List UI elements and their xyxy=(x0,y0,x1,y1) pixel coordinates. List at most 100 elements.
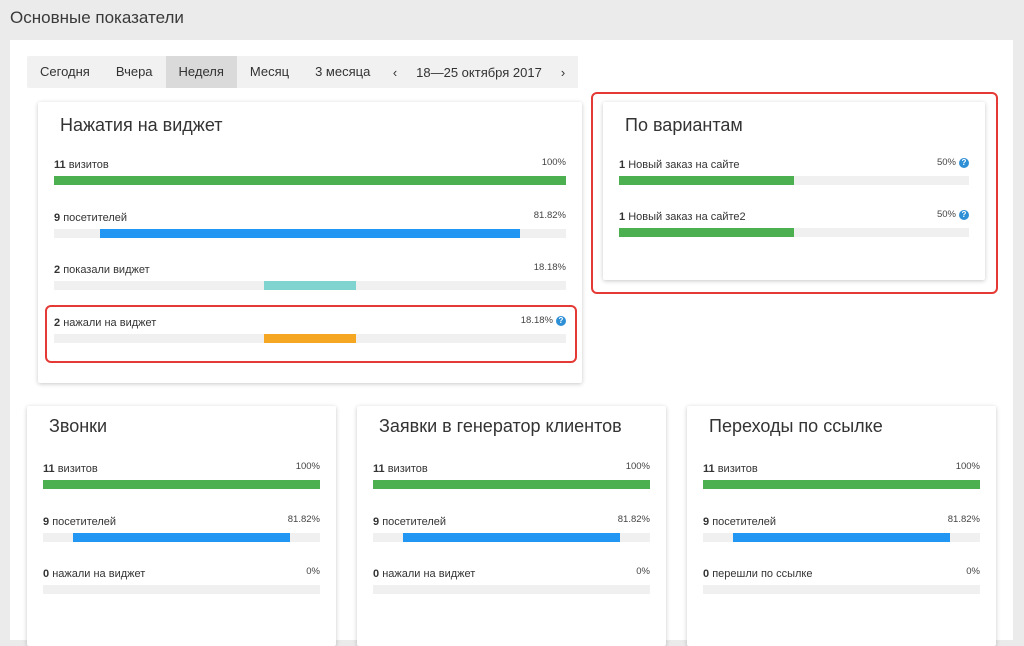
metric-count: 0 xyxy=(703,568,710,580)
metric-label: 9 посетителей xyxy=(703,516,776,528)
metric-count: 0 xyxy=(43,568,50,580)
progress-track xyxy=(54,176,566,185)
metric-label: 11 визитов xyxy=(43,463,98,475)
metric-label-text: визитов xyxy=(57,463,98,475)
date-range-picker: ‹ 18—25 октября 2017 › xyxy=(380,56,578,88)
metric-count: 9 xyxy=(43,516,50,528)
page-title: Основные показатели xyxy=(10,8,184,27)
progress-track xyxy=(43,585,320,594)
metric-widget-shown: 2 показали виджет 18.18% xyxy=(54,262,566,292)
progress-fill xyxy=(43,480,320,489)
metric-label: 0 перешли по ссылке xyxy=(703,568,812,580)
metric-label: 2 показали виджет xyxy=(54,264,150,276)
metric-label-text: посетителей xyxy=(382,516,447,528)
metric-count: 11 xyxy=(54,159,66,171)
card-link-clicks: Переходы по ссылке 11 визитов 100% 9 посе… xyxy=(687,406,996,646)
progress-track xyxy=(373,480,650,489)
metric-label: 9 посетителей xyxy=(54,212,127,224)
metric-percent: 18.18% xyxy=(533,262,566,273)
metric-label: 11 визитов xyxy=(373,463,428,475)
progress-track xyxy=(54,229,566,238)
card-title: Заявки в генератор клиентов xyxy=(379,416,622,436)
chevron-left-icon[interactable]: ‹ xyxy=(380,65,410,80)
metric-label-text: перешли по ссылке xyxy=(712,568,813,580)
metric-label-text: визитов xyxy=(387,463,428,475)
metric-visits: 11 визитов 100% xyxy=(703,461,980,491)
progress-fill xyxy=(263,281,357,290)
metric-count: 11 xyxy=(373,463,385,475)
metric-label-text: нажали на виджет xyxy=(382,568,476,580)
chevron-right-icon[interactable]: › xyxy=(548,65,578,80)
date-range-text[interactable]: 18—25 октября 2017 xyxy=(410,65,548,80)
metric-label: 9 посетителей xyxy=(373,516,446,528)
metric-label: 11 визитов xyxy=(703,463,758,475)
metric-percent: 0% xyxy=(306,566,320,577)
highlight-box xyxy=(591,92,998,294)
metric-count: 9 xyxy=(54,212,61,224)
progress-track xyxy=(373,533,650,542)
metric-label: 11 визитов xyxy=(54,159,109,171)
card-title: Нажатия на виджет xyxy=(60,115,223,135)
tab-yesterday[interactable]: Вчера xyxy=(103,56,166,88)
metric-widget-clicked: 0 нажали на виджет 0% xyxy=(373,566,650,596)
metric-label: 0 нажали на виджет xyxy=(43,568,145,580)
metric-count: 9 xyxy=(373,516,380,528)
metric-label-text: визитов xyxy=(717,463,758,475)
progress-fill xyxy=(403,533,620,542)
progress-track xyxy=(703,585,980,594)
metric-visits: 11 визитов 100% xyxy=(54,157,566,187)
metric-label-text: показали виджет xyxy=(63,264,150,276)
metric-count: 11 xyxy=(43,463,55,475)
metric-link-clicked: 0 перешли по ссылке 0% xyxy=(703,566,980,596)
metric-visitors: 9 посетителей 81.82% xyxy=(54,210,566,240)
metric-percent: 81.82% xyxy=(947,514,980,525)
progress-fill xyxy=(373,480,650,489)
metric-count: 2 xyxy=(54,264,61,276)
card-title: Звонки xyxy=(49,416,108,436)
progress-track xyxy=(54,281,566,290)
progress-fill xyxy=(733,533,950,542)
progress-track xyxy=(43,533,320,542)
progress-fill xyxy=(54,176,566,185)
card-title: Переходы по ссылке xyxy=(709,416,883,436)
metric-percent: 0% xyxy=(966,566,980,577)
metric-percent: 81.82% xyxy=(533,210,566,221)
tab-week[interactable]: Неделя xyxy=(165,56,237,88)
metric-count: 9 xyxy=(703,516,710,528)
metric-label-text: нажали на виджет xyxy=(52,568,146,580)
progress-track xyxy=(703,533,980,542)
metric-label-text: посетителей xyxy=(63,212,128,224)
progress-track xyxy=(43,480,320,489)
metric-label-text: визитов xyxy=(68,159,109,171)
metric-label-text: посетителей xyxy=(712,516,777,528)
tab-3-months[interactable]: 3 месяца xyxy=(302,56,383,88)
metric-label: 0 нажали на виджет xyxy=(373,568,475,580)
highlight-box xyxy=(45,305,577,363)
card-calls: Звонки 11 визитов 100% 9 посетителей 81.82… xyxy=(27,406,336,646)
period-tabs: Сегодня Вчера Неделя Месяц 3 месяца xyxy=(27,56,384,88)
progress-fill xyxy=(100,229,520,238)
metric-visits: 11 визитов 100% xyxy=(373,461,650,491)
metric-percent: 100% xyxy=(541,157,566,168)
metric-count: 0 xyxy=(373,568,380,580)
metric-label: 9 посетителей xyxy=(43,516,116,528)
metric-percent: 100% xyxy=(295,461,320,472)
metric-visitors: 9 посетителей 81.82% xyxy=(703,514,980,544)
progress-fill xyxy=(703,480,980,489)
card-lead-generator: Заявки в генератор клиентов 11 визитов 10… xyxy=(357,406,666,646)
metric-visits: 11 визитов 100% xyxy=(43,461,320,491)
metric-percent: 100% xyxy=(625,461,650,472)
progress-track xyxy=(703,480,980,489)
metric-percent: 81.82% xyxy=(617,514,650,525)
metric-label-text: посетителей xyxy=(52,516,117,528)
tab-month[interactable]: Месяц xyxy=(237,56,302,88)
metric-widget-clicked: 0 нажали на виджет 0% xyxy=(43,566,320,596)
metric-percent: 81.82% xyxy=(287,514,320,525)
metric-visitors: 9 посетителей 81.82% xyxy=(373,514,650,544)
progress-fill xyxy=(73,533,290,542)
metric-percent: 100% xyxy=(955,461,980,472)
metric-count: 11 xyxy=(703,463,715,475)
metric-percent: 0% xyxy=(636,566,650,577)
metric-visitors: 9 посетителей 81.82% xyxy=(43,514,320,544)
tab-today[interactable]: Сегодня xyxy=(27,56,103,88)
